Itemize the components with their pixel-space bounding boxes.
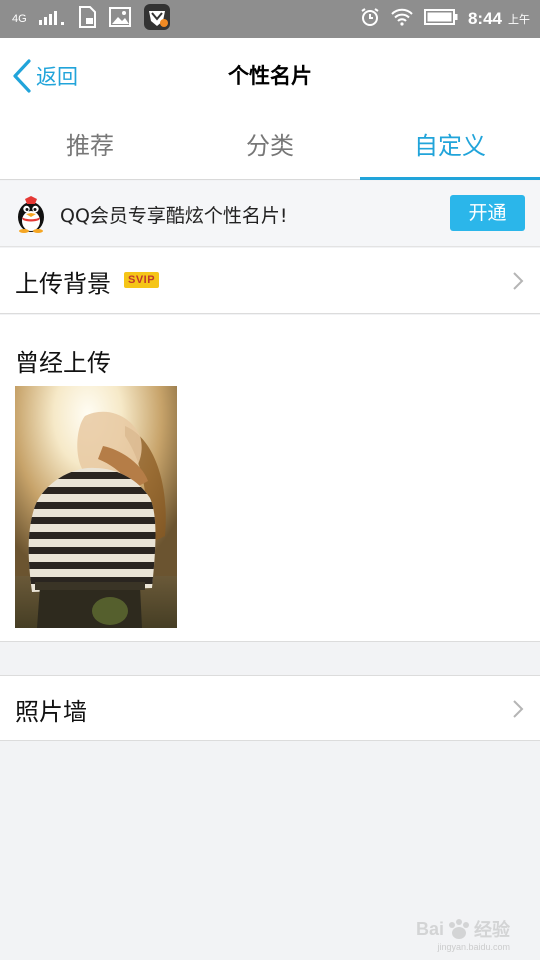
alarm-icon — [360, 7, 380, 31]
activate-button[interactable]: 开通 — [450, 195, 525, 231]
chevron-right-icon — [513, 700, 524, 718]
page-title: 个性名片 — [228, 63, 312, 88]
uploaded-photo-image — [15, 386, 177, 628]
status-bar: 4G 8:44 上午 — [0, 0, 540, 38]
tab-recommended[interactable]: 推荐 — [0, 112, 180, 179]
tab-bar: 推荐 分类 自定义 — [0, 112, 540, 180]
paw-icon — [449, 919, 469, 939]
network-type: 4G — [12, 13, 27, 25]
svip-badge: SVIP — [124, 272, 160, 288]
security-app-icon — [143, 3, 171, 35]
status-left: 4G — [12, 0, 171, 38]
upload-background-label: 上传背景 — [15, 270, 111, 298]
history-title: 曾经上传 — [15, 349, 111, 377]
vip-banner: QQ会员专享酷炫个性名片! 开通 — [0, 181, 540, 247]
sim-icon — [77, 6, 97, 32]
watermark-url: jingyan.baidu.com — [437, 942, 510, 952]
title-bar: 返回 个性名片 — [0, 38, 540, 112]
status-right: 8:44 上午 — [360, 0, 530, 38]
history-section: 曾经上传 — [0, 315, 540, 642]
tab-category[interactable]: 分类 — [180, 112, 360, 179]
image-icon — [108, 7, 131, 31]
clock-ampm: 上午 — [508, 13, 530, 26]
watermark-brand: Bai — [415, 918, 444, 939]
banner-text: QQ会员专享酷炫个性名片! — [60, 205, 288, 227]
battery-icon — [423, 8, 458, 30]
signal-icon — [38, 9, 65, 29]
tab-custom[interactable]: 自定义 — [360, 112, 540, 180]
chevron-right-icon — [513, 272, 524, 290]
wifi-icon — [390, 8, 414, 30]
uploaded-photo-thumbnail[interactable] — [15, 386, 177, 628]
watermark-brand-cn: 经验 — [474, 920, 510, 940]
photo-wall-label: 照片墙 — [15, 698, 87, 726]
baidu-watermark: Bai 经验 — [416, 916, 510, 942]
upload-background-row[interactable]: 上传背景 SVIP — [0, 248, 540, 314]
qq-penguin-icon — [18, 196, 44, 233]
clock-time: 8:44 — [467, 9, 502, 28]
photo-wall-row[interactable]: 照片墙 — [0, 675, 540, 741]
